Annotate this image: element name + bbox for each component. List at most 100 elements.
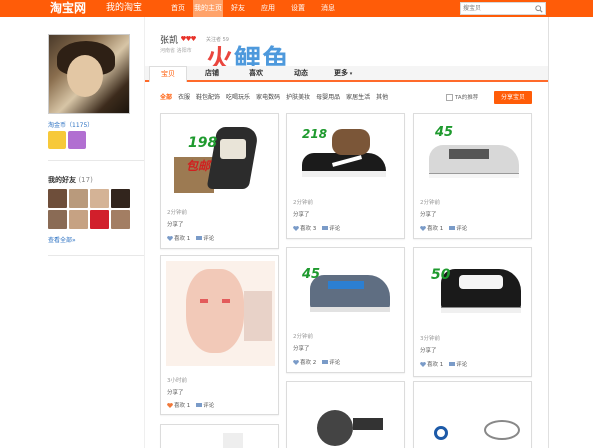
like-count: 喜欢 1 — [427, 226, 444, 232]
taobao-coins[interactable]: 淘金币（1175） — [48, 120, 93, 129]
tab-more[interactable]: 更多 — [334, 66, 352, 82]
nav-settings[interactable]: 设置 — [283, 0, 313, 17]
heart-icon — [167, 235, 173, 241]
item-card[interactable]: 50 3分钟前 分享了 喜欢 1 评论 — [413, 247, 532, 377]
cat-clothes[interactable]: 衣服 — [178, 92, 190, 101]
friend-avatar[interactable] — [111, 210, 130, 229]
friend-avatar[interactable] — [69, 189, 88, 208]
cat-other[interactable]: 其他 — [376, 92, 388, 101]
comment-button[interactable]: 评论 — [196, 234, 214, 242]
like-count: 喜欢 1 — [174, 403, 191, 409]
cat-beauty[interactable]: 护肤美妆 — [286, 92, 310, 101]
like-button[interactable]: 喜欢 2 — [293, 358, 316, 366]
taobao-logo[interactable]: 淘宝网 — [50, 0, 86, 17]
comment-button[interactable]: 评论 — [196, 401, 214, 409]
shoe-panel — [220, 139, 246, 159]
item-image[interactable]: 50 — [419, 253, 528, 327]
shoe-stripe — [328, 281, 364, 289]
post-time: 2分钟前 — [167, 210, 187, 216]
item-card[interactable] — [286, 381, 405, 448]
item-card[interactable]: 45 2分钟前 分享了 喜欢 1 评论 — [413, 113, 532, 239]
cat-food-fun[interactable]: 吃喝玩乐 — [226, 92, 250, 101]
post-time: 2分钟前 — [293, 334, 313, 340]
comment-label: 评论 — [329, 226, 341, 232]
username[interactable]: 张凯 — [160, 33, 178, 46]
heart-icon — [167, 402, 173, 408]
shoe-image-top — [332, 129, 370, 155]
item-card[interactable]: 3小时前 分享了 喜欢 1 评论 — [160, 255, 279, 415]
crown-icon[interactable] — [68, 131, 86, 149]
nav-messages[interactable]: 消息 — [313, 0, 343, 17]
search-box — [460, 2, 546, 15]
like-button[interactable]: 喜欢 1 — [167, 401, 190, 409]
share-label: 分享了 — [167, 390, 184, 396]
post-time: 2分钟前 — [293, 200, 313, 206]
like-button[interactable]: 喜欢 1 — [420, 224, 443, 232]
search-icon[interactable] — [535, 5, 543, 13]
friends-title: 我的好友 (17) — [48, 175, 93, 185]
item-card[interactable]: 198 包邮 2分钟前 分享了 喜欢 1 评论 — [160, 113, 279, 249]
item-image[interactable] — [166, 261, 275, 366]
tab-items[interactable]: 宝贝 — [149, 66, 187, 82]
item-image[interactable] — [223, 433, 243, 448]
my-taobao-label[interactable]: 我的淘宝 — [106, 0, 142, 17]
like-button[interactable]: 喜欢 1 — [420, 360, 443, 368]
category-filter: 全部 衣服 鞋包配饰 吃喝玩乐 家电数码 护肤美妆 母婴用品 家居生活 其他 — [160, 92, 388, 101]
post-time: 3分钟前 — [420, 336, 440, 342]
friend-avatar[interactable] — [90, 189, 109, 208]
promo-price: 45 — [302, 267, 321, 282]
share-item-button[interactable]: 分享宝贝 — [494, 91, 532, 104]
item-image[interactable]: 198 包邮 — [166, 119, 275, 199]
cat-all[interactable]: 全部 — [160, 92, 172, 101]
share-label: 分享了 — [167, 222, 184, 228]
comment-icon — [196, 402, 203, 407]
friend-avatar[interactable] — [90, 210, 109, 229]
promo-price: 50 — [431, 267, 451, 283]
heart-icon — [293, 359, 299, 365]
like-button[interactable]: 喜欢 1 — [167, 234, 190, 242]
friend-avatar[interactable] — [48, 210, 67, 229]
item-card[interactable]: 45 2分钟前 分享了 喜欢 2 评论 — [286, 247, 405, 373]
cat-home[interactable]: 家居生活 — [346, 92, 370, 101]
item-card[interactable] — [413, 381, 532, 448]
friend-avatar[interactable] — [111, 189, 130, 208]
item-image[interactable] — [307, 404, 383, 448]
friends-title-label: 我的好友 — [48, 176, 76, 184]
nav-friends[interactable]: 好友 — [223, 0, 253, 17]
see-all-friends-link[interactable]: 查看全部» — [48, 235, 76, 244]
comment-button[interactable]: 评论 — [322, 358, 340, 366]
medal-icon[interactable] — [48, 131, 66, 149]
like-count: 喜欢 3 — [300, 226, 317, 232]
recommend-checkbox[interactable] — [446, 93, 453, 101]
tab-activity[interactable]: 动态 — [294, 66, 308, 82]
cat-electronics[interactable]: 家电数码 — [256, 92, 280, 101]
friend-avatar[interactable] — [69, 210, 88, 229]
item-image[interactable]: 45 — [419, 119, 528, 191]
item-image[interactable] — [424, 412, 524, 448]
nav-apps[interactable]: 应用 — [253, 0, 283, 17]
item-card[interactable]: 218 2分钟前 分享了 喜欢 3 评论 — [286, 113, 405, 239]
like-button[interactable]: 喜欢 3 — [293, 224, 316, 232]
cat-shoes-bags[interactable]: 鞋包配饰 — [196, 92, 220, 101]
comment-button[interactable]: 评论 — [322, 224, 340, 232]
recommend-toggle[interactable]: TA的推荐 — [446, 93, 478, 101]
item-card[interactable] — [160, 424, 279, 448]
tab-shops[interactable]: 店铺 — [205, 66, 219, 82]
comment-button[interactable]: 评论 — [449, 224, 467, 232]
nav-home[interactable]: 首页 — [163, 0, 193, 17]
item-image[interactable]: 45 — [292, 253, 401, 325]
item-image[interactable]: 218 — [292, 119, 401, 191]
profile-tabs: 宝贝 店铺 喜欢 动态 更多 — [145, 66, 548, 82]
cat-baby[interactable]: 母婴用品 — [316, 92, 340, 101]
friend-avatar[interactable] — [48, 189, 67, 208]
comment-icon — [449, 225, 456, 230]
tab-likes[interactable]: 喜欢 — [249, 66, 263, 82]
nav-my-homepage[interactable]: 我的主页 — [193, 0, 223, 17]
comment-label: 评论 — [329, 360, 341, 366]
user-location: 河南省 洛阳市 — [160, 48, 192, 54]
comment-button[interactable]: 评论 — [449, 360, 467, 368]
search-input[interactable] — [461, 3, 533, 14]
post-time: 2分钟前 — [420, 200, 440, 206]
avatar[interactable] — [48, 34, 130, 114]
friends-count: (17) — [78, 176, 93, 184]
